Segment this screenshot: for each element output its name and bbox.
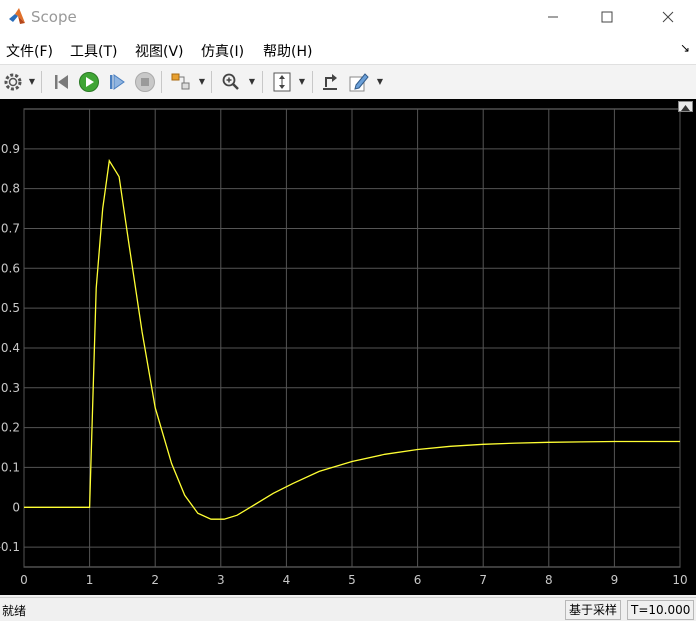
edit-icon[interactable] [347, 70, 371, 94]
window-title: Scope [31, 8, 77, 26]
chevron-down-icon[interactable]: ▼ [248, 77, 256, 86]
restore-icon[interactable] [318, 70, 342, 94]
chevron-down-icon[interactable]: ▼ [298, 77, 306, 86]
x-tick-label: 10 [672, 573, 687, 587]
status-bar: 就绪 基于采样 T=10.000 [0, 597, 696, 621]
minimize-button[interactable] [530, 0, 576, 34]
y-tick-label: 0.6 [1, 261, 20, 275]
dock-arrow-icon[interactable]: ↘ [680, 41, 690, 55]
x-tick-label: 2 [151, 573, 159, 587]
y-tick-label: 0.5 [1, 301, 20, 315]
autoscale-icon[interactable] [270, 70, 294, 94]
x-tick-label: 0 [20, 573, 28, 587]
y-tick-label: 0.3 [1, 381, 20, 395]
matlab-logo-icon [8, 7, 26, 25]
maximize-button[interactable] [584, 0, 630, 34]
sim-time: T=10.000 [627, 600, 695, 620]
maximize-axes-icon[interactable] [678, 101, 693, 112]
y-tick-label: 0.9 [1, 142, 20, 156]
chevron-down-icon[interactable]: ▼ [28, 77, 36, 86]
chevron-down-icon[interactable]: ▼ [198, 77, 206, 86]
run-icon[interactable] [77, 70, 101, 94]
gear-icon[interactable] [1, 70, 25, 94]
title-bar: Scope [0, 0, 696, 34]
y-tick-label: 0.1 [1, 460, 20, 474]
x-tick-label: 5 [348, 573, 356, 587]
menu-bar: 文件(F) 工具(T) 视图(V) 仿真(I) 帮助(H) ↘ [0, 34, 696, 64]
x-tick-label: 4 [283, 573, 291, 587]
status-text: 就绪 [2, 604, 27, 618]
y-tick-label: -0.1 [0, 540, 20, 554]
x-tick-label: 1 [86, 573, 94, 587]
menu-tools[interactable]: 工具(T) [70, 41, 117, 61]
menu-simulation[interactable]: 仿真(I) [201, 41, 244, 61]
y-tick-label: 0.2 [1, 421, 20, 435]
scope-plot: 0 1 2 3 4 5 6 7 8 9 10 -0.1 0 0.1 0.2 0.3 0.4 0.5 0.6 0.7 0.… [0, 108, 688, 587]
chevron-down-icon[interactable]: ▼ [376, 77, 384, 86]
y-tick-label: 0.4 [1, 341, 20, 355]
scope-display: 0 1 2 3 4 5 6 7 8 9 10 -0.1 0 0.1 0.2 0.3 0.4 0.5 0.6 0.7 0.… [0, 99, 696, 595]
menu-file[interactable]: 文件(F) [6, 41, 53, 61]
menu-view[interactable]: 视图(V) [135, 41, 184, 61]
x-tick-label: 9 [611, 573, 619, 587]
highlight-icon[interactable] [169, 70, 193, 94]
x-tick-label: 7 [479, 573, 487, 587]
menu-help[interactable]: 帮助(H) [263, 41, 312, 61]
y-tick-label: 0.8 [1, 182, 20, 196]
x-tick-label: 6 [414, 573, 422, 587]
x-tick-label: 3 [217, 573, 225, 587]
step-forward-icon[interactable] [105, 70, 129, 94]
x-tick-label: 8 [545, 573, 553, 587]
y-tick-label: 0.7 [1, 221, 20, 235]
zoom-in-icon[interactable] [219, 70, 243, 94]
step-back-icon[interactable] [50, 70, 74, 94]
stop-icon[interactable] [133, 70, 157, 94]
sample-mode: 基于采样 [565, 600, 622, 620]
y-tick-label: 0 [12, 500, 20, 514]
toolbar: ▼ ▼ ▼ ▼ ▼ [0, 64, 696, 100]
close-button[interactable] [645, 0, 691, 34]
